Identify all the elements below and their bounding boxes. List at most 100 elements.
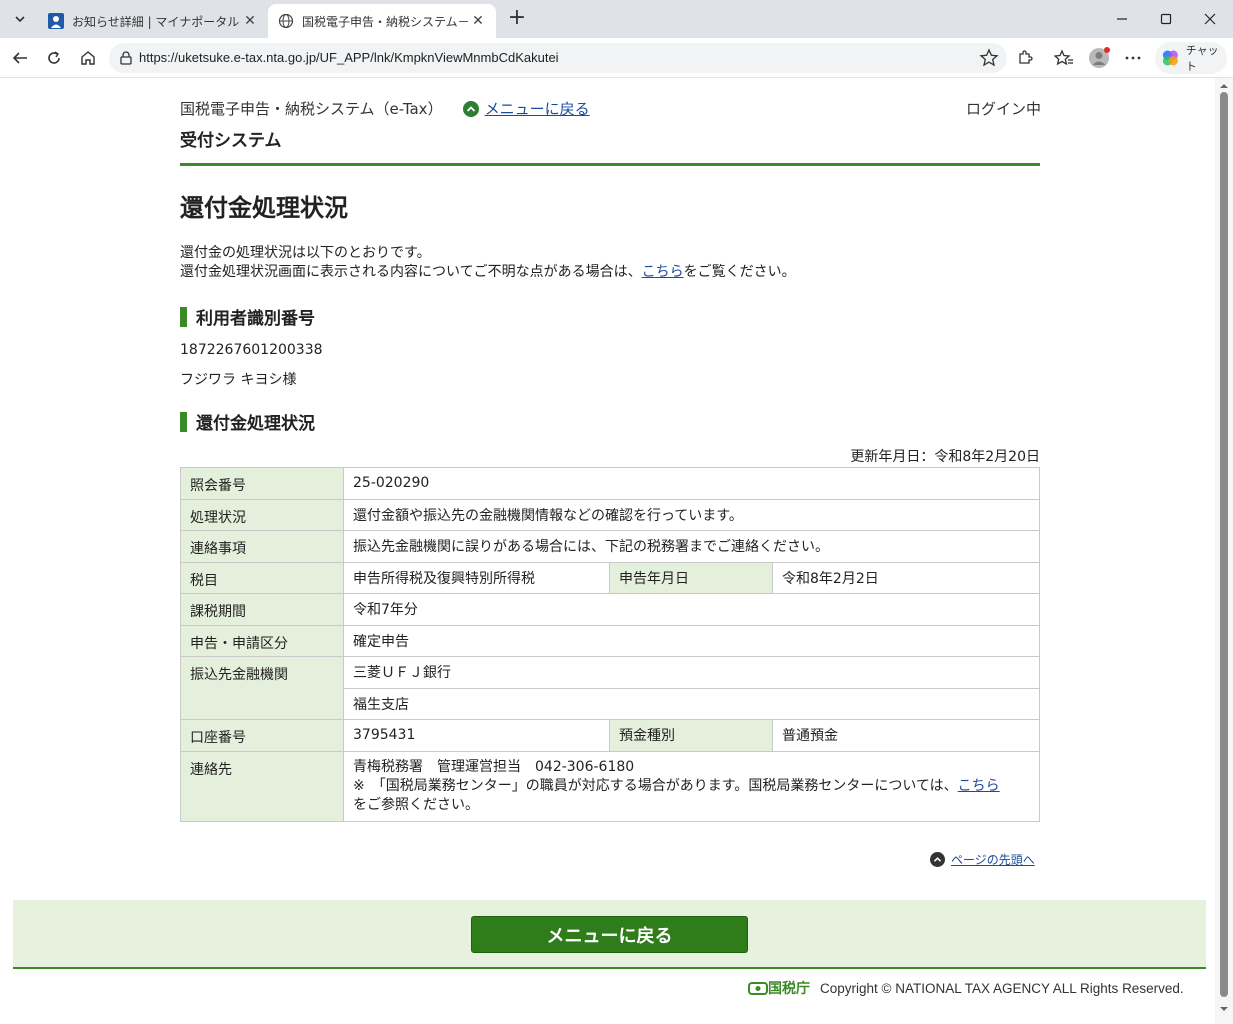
chat-label: チャット: [1185, 44, 1219, 73]
branch-name-value: 福生支店: [343, 687, 1040, 720]
footer-band: メニューに戻る: [13, 900, 1206, 969]
agency-logo-icon: [748, 982, 768, 995]
contact-value: 青梅税務署 管理運営担当 042-306-6180 ※ 「国税局業務センター」の…: [343, 750, 1040, 822]
puzzle-icon: [1019, 50, 1033, 64]
scroll-up-icon[interactable]: [1219, 81, 1229, 91]
copilot-chat-button[interactable]: チャット: [1155, 42, 1227, 74]
intro-text: 還付金の処理状況は以下のとおりです。 還付金処理状況画面に表示される内容について…: [180, 244, 796, 282]
arrow-left-icon: [12, 52, 27, 64]
scrollbar-thumb[interactable]: [1220, 92, 1228, 997]
contact-note-pre: ※ 「国税局業務センター」の職員が対応する場合があります。国税局業務センターにつ…: [353, 777, 958, 794]
minimize-button[interactable]: [1111, 8, 1133, 30]
heading-text: 還付金処理状況: [196, 414, 315, 434]
heading-text: 利用者識別番号: [196, 309, 315, 329]
subsystem-title: 受付システム: [180, 131, 282, 151]
system-name: 国税電子申告・納税システム（e-Tax）: [180, 100, 443, 118]
row-label: 申告年月日: [609, 561, 773, 594]
intro-text-post: をご覧ください。: [683, 264, 796, 280]
filing-type-value: 確定申告: [343, 624, 1040, 657]
intro-text-pre: 還付金処理状況画面に表示される内容についてご不明な点がある場合は、: [180, 264, 642, 280]
chevron-up-icon: [930, 852, 945, 867]
status-value: 還付金額や振込先の金融機関情報などの確認を行っています。: [343, 498, 1040, 531]
tab-list-button[interactable]: [6, 6, 34, 32]
table-row: 処理状況 還付金額や振込先の金融機関情報などの確認を行っています。: [180, 498, 1040, 531]
notice-value: 振込先金融機関に誤りがある場合には、下記の税務署までご連絡ください。: [343, 530, 1040, 563]
tab-label: 国税電子申告・納税システム－SU005: [302, 14, 470, 29]
agency-name: 国税庁: [768, 981, 810, 997]
row-label: 照会番号: [180, 467, 344, 500]
lock-icon[interactable]: [119, 50, 133, 66]
deposit-type-value: 普通預金: [772, 719, 1040, 752]
heading-marker: [180, 411, 187, 432]
tab-strip: お知らせ詳細 | マイナポータル ✕ 国税電子申告・納税システム－SU005 ✕…: [0, 0, 1233, 38]
user-id-heading: 利用者識別番号: [180, 304, 315, 329]
close-icon[interactable]: ✕: [242, 13, 258, 29]
row-label: 連絡事項: [180, 530, 344, 563]
star-icon[interactable]: [979, 48, 999, 68]
profile-button[interactable]: [1087, 46, 1111, 70]
copilot-icon: [1162, 50, 1178, 66]
person-icon: [48, 13, 64, 29]
site-header: 国税電子申告・納税システム（e-Tax） メニューに戻る: [180, 98, 590, 119]
page-top-text[interactable]: ページの先頭へ: [951, 851, 1035, 868]
back-to-menu-text[interactable]: メニューに戻る: [485, 98, 590, 119]
globe-icon: [278, 13, 294, 29]
contact-note-post: をご参照ください。: [353, 796, 479, 813]
tab-mynaportal[interactable]: お知らせ詳細 | マイナポータル ✕: [38, 4, 268, 38]
table-row: 申告・申請区分 確定申告: [180, 624, 1040, 657]
intro-line-2: 還付金処理状況画面に表示される内容についてご不明な点がある場合は、こちらをご覧く…: [180, 263, 796, 282]
refund-status-table: 照会番号 25-020290 処理状況 還付金額や振込先の金融機関情報などの確認…: [180, 467, 1040, 822]
bank-name-value: 三菱ＵＦＪ銀行: [343, 656, 1040, 689]
chevron-down-icon: [15, 16, 25, 23]
row-label: 口座番号: [180, 719, 344, 752]
updated-date: 更新年月日：令和8年2月20日: [850, 449, 1040, 465]
copyright-text: Copyright © NATIONAL TAX AGENCY ALL Righ…: [820, 980, 1184, 996]
row-label: 処理状況: [180, 498, 344, 531]
user-id-value: 1872267601200338: [180, 342, 323, 358]
table-row: 税目 申告所得税及復興特別所得税 申告年月日 令和8年2月2日: [180, 561, 1040, 594]
account-number-value: 3795431: [343, 719, 610, 752]
tax-period-value: 令和7年分: [343, 593, 1040, 626]
page-content: 国税電子申告・納税システム（e-Tax） メニューに戻る ログイン中 受付システ…: [0, 78, 1215, 1024]
reload-button[interactable]: [42, 46, 66, 70]
filed-date-value: 令和8年2月2日: [772, 561, 1040, 594]
new-tab-button[interactable]: +: [505, 7, 529, 31]
maximize-button[interactable]: [1155, 8, 1177, 30]
favorites-button[interactable]: [1052, 46, 1076, 70]
address-bar[interactable]: https://uketsuke.e-tax.nta.go.jp/UF_APP/…: [109, 43, 1007, 73]
table-row: 連絡先 青梅税務署 管理運営担当 042-306-6180 ※ 「国税局業務セン…: [180, 750, 1040, 822]
extensions-button[interactable]: [1013, 46, 1037, 70]
more-icon: [1125, 56, 1141, 60]
close-window-button[interactable]: [1199, 8, 1221, 30]
heading-marker: [180, 306, 187, 327]
row-label: 連絡先: [180, 750, 344, 822]
tab-etax[interactable]: 国税電子申告・納税システム－SU005 ✕: [268, 4, 496, 38]
help-link[interactable]: こちら: [642, 264, 684, 280]
contact-note: ※ 「国税局業務センター」の職員が対応する場合があります。国税局業務センターにつ…: [353, 777, 1030, 815]
tax-center-link[interactable]: こちら: [958, 778, 1000, 794]
close-icon[interactable]: ✕: [470, 13, 486, 29]
back-to-menu-link[interactable]: メニューに戻る: [462, 98, 590, 119]
maximize-icon: [1160, 13, 1172, 25]
user-name: フジワラ キヨシ様: [180, 372, 297, 388]
tab-label: お知らせ詳細 | マイナポータル: [72, 14, 240, 29]
table-row: 口座番号 3795431 預金種別 普通預金: [180, 719, 1040, 752]
row-label: 申告・申請区分: [180, 624, 344, 657]
back-button[interactable]: [8, 46, 32, 70]
table-row: 連絡事項 振込先金融機関に誤りがある場合には、下記の税務署までご連絡ください。: [180, 530, 1040, 563]
scroll-down-icon[interactable]: [1219, 1004, 1229, 1014]
url-text[interactable]: https://uketsuke.e-tax.nta.go.jp/UF_APP/…: [139, 50, 559, 65]
refund-status-heading: 還付金処理状況: [180, 409, 315, 434]
row-label: 税目: [180, 561, 344, 594]
more-menu-button[interactable]: [1121, 46, 1145, 70]
home-button[interactable]: [76, 46, 100, 70]
back-to-menu-button[interactable]: メニューに戻る: [471, 916, 748, 953]
ref-number-value: 25-020290: [343, 467, 1040, 500]
header-divider: [180, 163, 1040, 166]
vertical-scrollbar[interactable]: [1215, 78, 1233, 1024]
table-row: 照会番号 25-020290: [180, 467, 1040, 500]
favorites-icon: [1054, 49, 1073, 66]
minimize-icon: [1117, 18, 1127, 20]
page-top-link[interactable]: ページの先頭へ: [930, 851, 1035, 868]
copyright-area: 国税庁 Copyright © NATIONAL TAX AGENCY ALL …: [748, 978, 1184, 998]
